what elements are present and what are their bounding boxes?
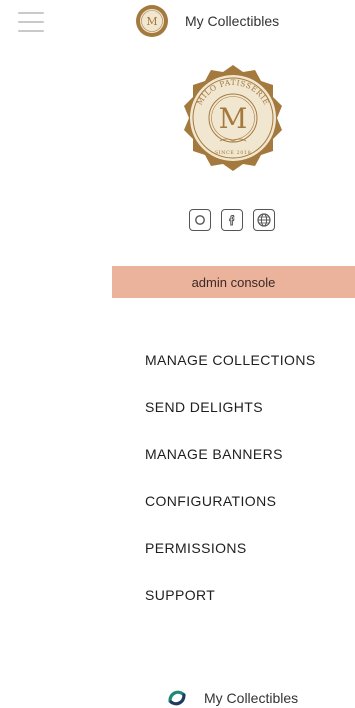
menu-item-manage-banners[interactable]: MANAGE BANNERS [145, 444, 316, 491]
menu-item-permissions[interactable]: PERMISSIONS [145, 538, 316, 585]
svg-text:M: M [146, 15, 157, 28]
patisserie-seal-logo: MILO PATISSERIE M SINCE 2018 [184, 65, 282, 171]
hamburger-menu-icon[interactable] [18, 12, 44, 32]
facebook-icon[interactable] [221, 209, 243, 231]
footer-title: My Collectibles [204, 690, 299, 706]
admin-console-button[interactable]: admin console [112, 266, 355, 298]
seal-bottom-text: SINCE 2018 [215, 150, 252, 156]
app-title: My Collectibles [185, 13, 280, 29]
menu-item-manage-collections[interactable]: MANAGE COLLECTIONS [145, 350, 316, 397]
footer-brand: My Collectibles [166, 687, 298, 708]
menu-item-configurations[interactable]: CONFIGURATIONS [145, 491, 316, 538]
my-collectibles-logo-icon [168, 690, 186, 706]
menu-item-support[interactable]: SUPPORT [145, 585, 316, 632]
brand-seal-logo: M [136, 5, 168, 37]
admin-menu: MANAGE COLLECTIONS SEND DELIGHTS MANAGE … [145, 350, 316, 632]
globe-icon[interactable] [253, 209, 275, 231]
menu-item-send-delights[interactable]: SEND DELIGHTS [145, 397, 316, 444]
social-links [189, 209, 275, 231]
instagram-icon[interactable] [189, 209, 211, 231]
seal-monogram: M [219, 102, 248, 135]
